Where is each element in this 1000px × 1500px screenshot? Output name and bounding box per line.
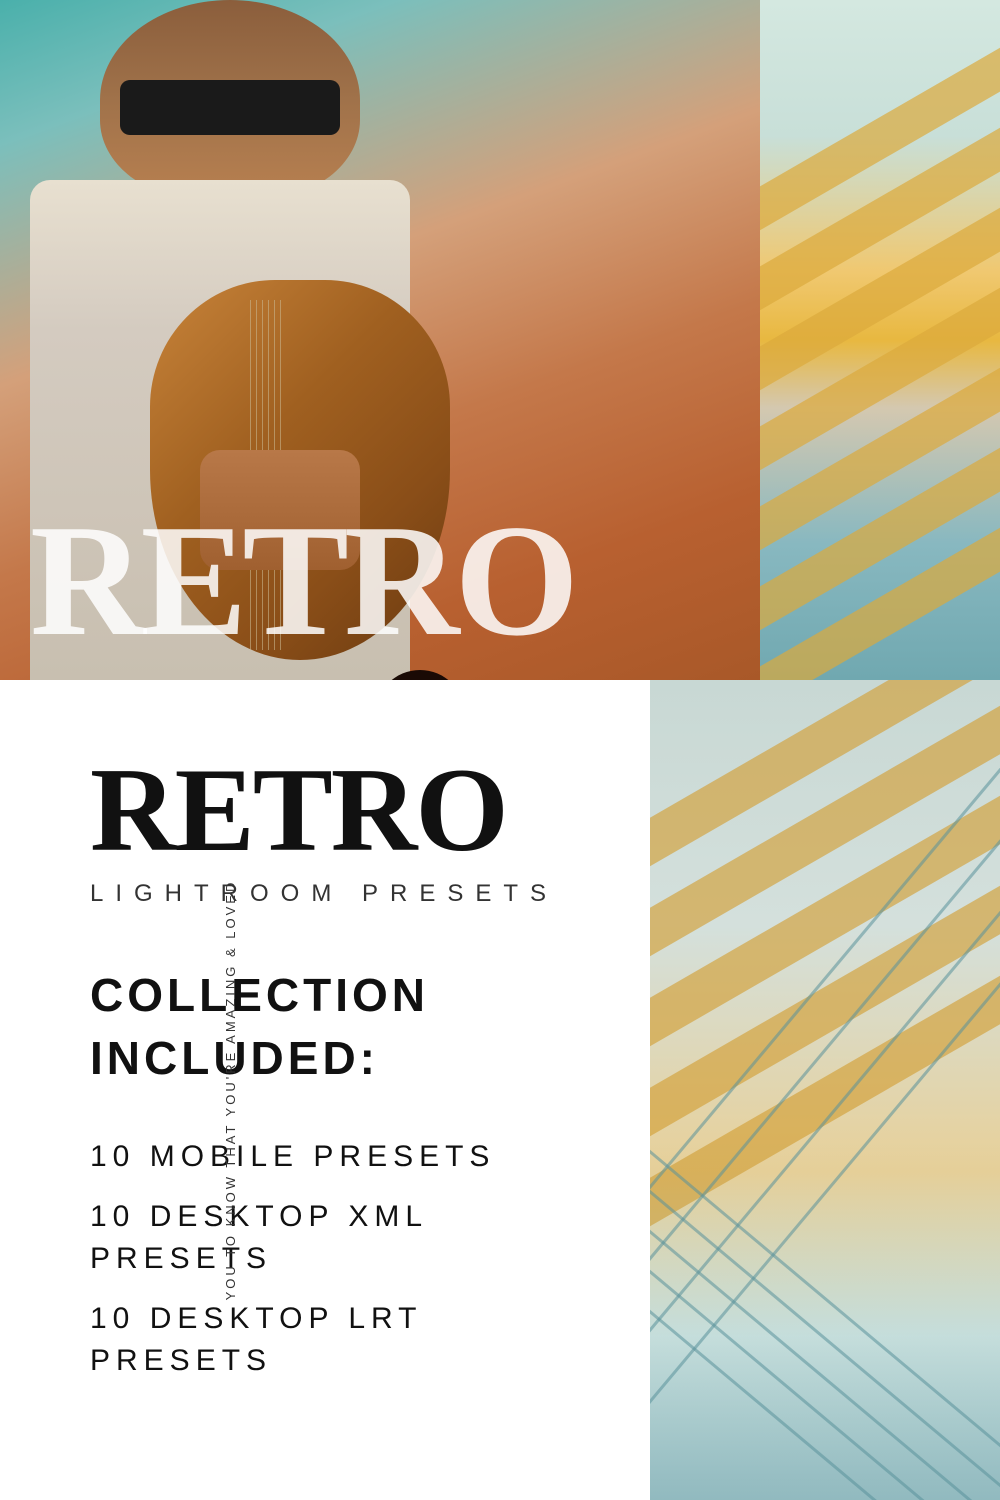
retro-overlay-text: RETRO (0, 500, 780, 660)
left-content-area: YOU TO KNOW THAT YOU'RE AMAZING & LOVED … (0, 680, 650, 1500)
retro-big-letters: RETRO (30, 500, 574, 660)
guitarist-sunglasses (120, 80, 340, 135)
collection-title: COLLECTION (90, 968, 590, 1023)
guitarist-photo: RETRO (0, 0, 780, 680)
side-vertical-text: YOU TO KNOW THAT YOU'RE AMAZING & LOVED (223, 880, 238, 1301)
preset-item-1: 10 MOBILE PRESETS (90, 1136, 590, 1178)
main-title: RETRO (90, 750, 590, 870)
preset-item-2: 10 DESKTOP XML PRESETS (90, 1196, 590, 1280)
hero-photo-section: RETRO (0, 0, 1000, 680)
preset-list: 10 MOBILE PRESETS 10 DESKTOP XML PRESETS… (90, 1136, 590, 1382)
content-section: YOU TO KNOW THAT YOU'RE AMAZING & LOVED … (0, 680, 1000, 1500)
right-decorative-panel (760, 0, 1000, 680)
preset-item-3: 10 DESKTOP LRT PRESETS (90, 1298, 590, 1382)
right-stripes-container (650, 680, 1000, 1500)
right-panel (650, 680, 1000, 1500)
included-label: INCLUDED: (90, 1031, 590, 1086)
stripe-container (760, 0, 1000, 680)
page-wrapper: RETRO YOU TO KNOW THAT YOU'RE AMAZING & … (0, 0, 1000, 1500)
subtitle-text: LIGHTROOM PRESETS (90, 880, 590, 908)
